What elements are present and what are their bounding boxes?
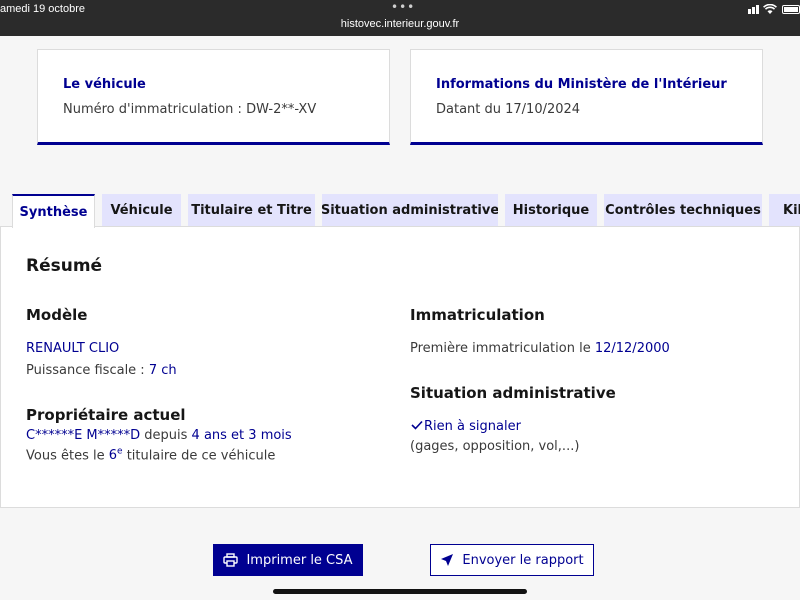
owner-info: C******E M*****D depuis 4 ans et 3 mois: [26, 428, 292, 443]
admin-status-text: Rien à signaler: [424, 419, 521, 434]
registration-heading: Immatriculation: [410, 306, 545, 324]
signal-icon-bar: [756, 5, 759, 14]
fiscal-power: Puissance fiscale : 7 ch: [26, 363, 177, 378]
tab-historique[interactable]: Historique: [505, 194, 597, 226]
admin-status-heading: Situation administrative: [410, 384, 616, 402]
browser-status-bar: amedi 19 octobre ••• histovec.interieur.…: [0, 0, 800, 36]
model-heading: Modèle: [26, 306, 88, 324]
owner-rank-prefix: Vous êtes le: [26, 448, 109, 464]
owner-rank-suffix: titulaire de ce véhicule: [122, 448, 276, 464]
model-name: RENAULT CLIO: [26, 341, 120, 356]
synthese-panel: Résumé Modèle RENAULT CLIO Puissance fis…: [0, 226, 800, 508]
first-registration-label: Première immatriculation le: [410, 341, 595, 356]
tab-synthese[interactable]: Synthèse: [12, 194, 95, 228]
tab-situation-administrative[interactable]: Situation administrative: [322, 194, 498, 226]
address-bar-url[interactable]: histovec.interieur.gouv.fr: [0, 18, 800, 30]
tab-controles-techniques[interactable]: Contrôles techniques: [604, 194, 762, 226]
owner-since-label: depuis: [140, 428, 192, 443]
registration-number: Numéro d'immatriculation : DW-2**-XV: [63, 102, 317, 117]
print-csa-label: Imprimer le CSA: [246, 552, 353, 568]
signal-icon-bar: [752, 7, 755, 14]
vehicle-card: Le véhicule Numéro d'immatriculation : D…: [37, 49, 390, 145]
tab-titulaire-titre[interactable]: Titulaire et Titre: [188, 194, 315, 226]
tab-kilometrage[interactable]: Kilométrage: [769, 194, 800, 226]
send-icon: [441, 554, 454, 566]
owner-rank-number: 6e: [108, 447, 123, 464]
ministry-card-title: Informations du Ministère de l'Intérieur: [436, 77, 727, 92]
battery-icon: [782, 5, 800, 14]
check-icon: [411, 420, 423, 430]
owner-name: C******E M*****D: [26, 428, 141, 443]
fiscal-power-value: 7 ch: [148, 363, 177, 378]
ministry-info-card: Informations du Ministère de l'Intérieur…: [410, 49, 763, 145]
tab-vehicule[interactable]: Véhicule: [102, 194, 181, 226]
fiscal-power-label: Puissance fiscale :: [26, 363, 149, 378]
status-date: amedi 19 octobre: [0, 3, 85, 15]
owner-rank-digit: 6: [108, 448, 118, 464]
admin-status: Rien à signaler: [410, 419, 521, 434]
signal-icon: [748, 9, 751, 14]
home-indicator[interactable]: [273, 589, 527, 594]
printer-icon: [223, 553, 239, 567]
status-icons: [748, 2, 800, 16]
owner-heading: Propriétaire actuel: [26, 406, 186, 424]
owner-since-value: 4 ans et 3 mois: [191, 428, 292, 443]
first-registration-date: 12/12/2000: [594, 341, 670, 356]
admin-status-details: (gages, opposition, vol,...): [410, 439, 580, 454]
send-report-button[interactable]: Envoyer le rapport: [430, 544, 594, 576]
wifi-icon: [763, 4, 777, 14]
send-report-label: Envoyer le rapport: [462, 552, 584, 568]
summary-title: Résumé: [26, 256, 103, 276]
first-registration: Première immatriculation le 12/12/2000: [410, 341, 670, 356]
vehicle-card-title: Le véhicule: [63, 77, 146, 92]
owner-rank: Vous êtes le 6e titulaire de ce véhicule: [26, 447, 275, 463]
print-csa-button[interactable]: Imprimer le CSA: [213, 544, 363, 576]
more-dots-icon[interactable]: •••: [391, 0, 415, 14]
data-date: Datant du 17/10/2024: [436, 102, 581, 117]
